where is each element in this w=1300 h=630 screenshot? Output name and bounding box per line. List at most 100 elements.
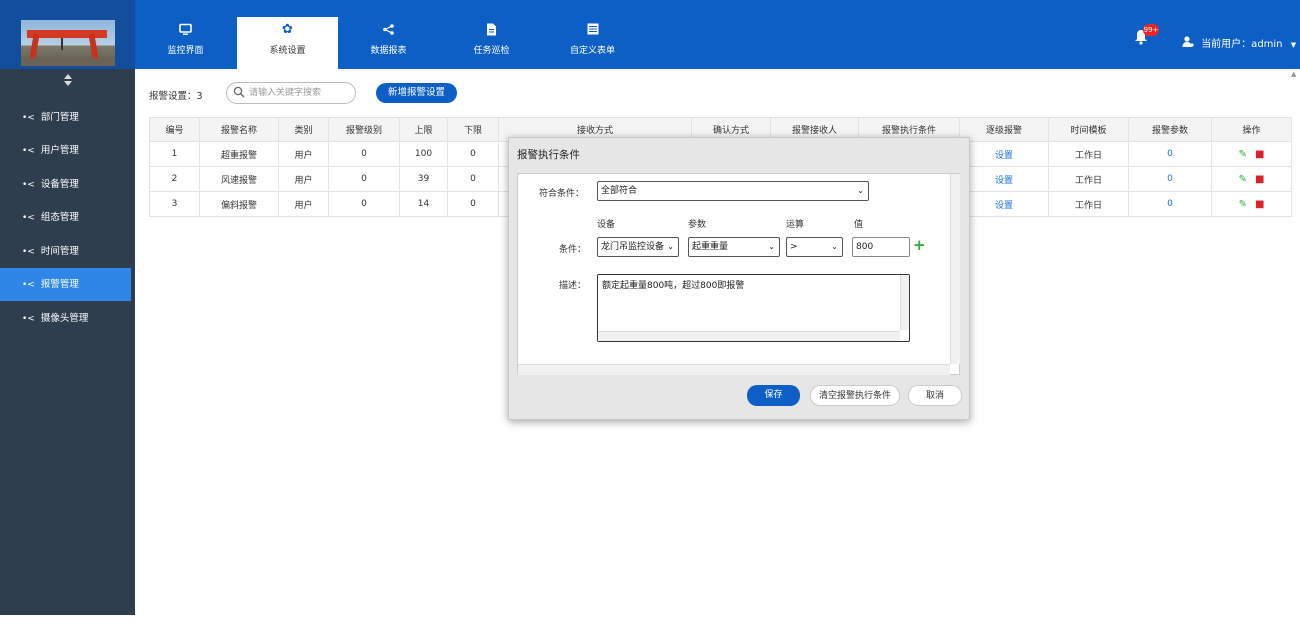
param-value: 起重重量	[692, 242, 729, 252]
form-icon	[542, 23, 643, 37]
column-param-label: 参数	[688, 220, 707, 230]
column-op-label: 运算	[786, 220, 805, 230]
delete-icon[interactable]: ■	[1255, 174, 1264, 185]
tab-label: 系统设置	[269, 46, 306, 56]
match-value: 全部符合	[601, 186, 638, 196]
sidebar-item-label: 报警管理	[40, 279, 79, 290]
chevron-down-icon: ▼	[1290, 41, 1297, 49]
device-select[interactable]: 龙门吊监控设备 ⌄	[597, 237, 679, 257]
escalate-setting-link[interactable]: 设置	[959, 141, 1049, 167]
cell-lower: 0	[447, 141, 499, 167]
cell-upper: 39	[399, 166, 448, 192]
sidebar-item-configuration[interactable]: •< 组态管理	[0, 201, 131, 234]
cell-id: 3	[149, 191, 200, 217]
column-header: 下限	[447, 117, 499, 142]
sidebar-item-alarm[interactable]: •< 报警管理	[0, 268, 131, 301]
cell-name: 超重报警	[199, 141, 279, 167]
cell-lower: 0	[447, 191, 499, 217]
cell-level: 0	[328, 141, 400, 167]
user-menu[interactable]: 当前用户：admin ▼	[1182, 35, 1296, 50]
sidebar-item-time[interactable]: •< 时间管理	[0, 235, 131, 268]
cell-level: 0	[328, 191, 400, 217]
cell-actions: ✎ ■	[1211, 141, 1292, 167]
escalate-setting-link[interactable]: 设置	[959, 191, 1049, 217]
collapse-sidebar-icon[interactable]	[0, 69, 135, 101]
alarm-params-link[interactable]: 0	[1128, 191, 1212, 217]
cell-name: 风速报警	[199, 166, 279, 192]
sidebar-item-label: 设备管理	[40, 179, 79, 190]
operator-select[interactable]: > ⌄	[786, 237, 843, 257]
tab-label: 自定义表单	[569, 46, 615, 56]
save-button[interactable]: 保存	[747, 385, 800, 406]
document-icon	[441, 23, 542, 37]
sidebar-item-label: 用户管理	[40, 145, 79, 156]
operator-value: >	[790, 242, 798, 252]
logo	[0, 0, 135, 69]
dialog-horizontal-scrollbar[interactable]	[518, 364, 950, 375]
chevron-down-icon: ⌄	[831, 242, 838, 251]
column-header: 类别	[278, 117, 329, 142]
add-condition-icon[interactable]: +	[913, 238, 926, 253]
dialog-vertical-scrollbar[interactable]	[950, 174, 960, 364]
chevron-down-icon: ⌄	[667, 242, 674, 251]
param-select[interactable]: 起重重量 ⌄	[688, 237, 780, 257]
share-icon: •<	[22, 314, 35, 324]
delete-icon[interactable]: ■	[1255, 149, 1264, 160]
alarm-params-link[interactable]: 0	[1128, 141, 1212, 167]
share-icon: •<	[22, 146, 35, 156]
page-footer-area	[0, 615, 1300, 630]
column-header: 报警级别	[328, 117, 400, 142]
sidebar-item-label: 时间管理	[40, 246, 79, 257]
column-header: 上限	[399, 117, 448, 142]
cell-template: 工作日	[1048, 166, 1129, 192]
sidebar-item-camera[interactable]: •< 摄像头管理	[0, 302, 131, 335]
clear-conditions-button[interactable]: 清空报警执行条件	[810, 385, 900, 406]
cell-template: 工作日	[1048, 141, 1129, 167]
tab-custom-form[interactable]: 自定义表单	[542, 17, 643, 69]
column-header: 逐级报警	[959, 117, 1049, 142]
search-input[interactable]: 请输入关键字搜索	[226, 82, 356, 104]
cell-type: 用户	[278, 166, 329, 192]
alarm-params-link[interactable]: 0	[1128, 166, 1212, 192]
edit-icon[interactable]: ✎	[1239, 199, 1247, 210]
edit-icon[interactable]: ✎	[1239, 149, 1247, 160]
chevron-down-icon: ⌄	[768, 242, 775, 251]
chevron-down-icon: ⌄	[857, 186, 864, 195]
column-header: 编号	[149, 117, 200, 142]
share-icon: •<	[22, 213, 35, 223]
tab-system-settings[interactable]: ✿ 系统设置	[237, 17, 338, 69]
description-label: 描述：	[559, 281, 587, 291]
tab-data-report[interactable]: 数据报表	[338, 17, 439, 69]
cell-lower: 0	[447, 166, 499, 192]
tab-label: 监控界面	[167, 46, 204, 56]
tab-task-inspection[interactable]: 任务巡检	[441, 17, 542, 69]
cell-upper: 14	[399, 191, 448, 217]
current-user-label: 当前用户：admin	[1201, 39, 1283, 50]
delete-icon[interactable]: ■	[1255, 199, 1264, 210]
description-horizontal-scrollbar[interactable]	[598, 331, 900, 341]
search-icon	[233, 86, 245, 98]
match-label: 符合条件：	[539, 189, 585, 199]
description-scrollbar[interactable]	[900, 275, 909, 330]
user-icon	[1182, 36, 1197, 50]
cell-actions: ✎ ■	[1211, 191, 1292, 217]
sidebar-item-user[interactable]: •< 用户管理	[0, 134, 131, 167]
column-value-label: 值	[854, 220, 864, 230]
cell-upper: 100	[399, 141, 448, 167]
escalate-setting-link[interactable]: 设置	[959, 166, 1049, 192]
match-select[interactable]: 全部符合 ⌄	[597, 181, 869, 201]
add-alarm-setting-button[interactable]: 新增报警设置	[376, 83, 457, 103]
sidebar-item-department[interactable]: •< 部门管理	[0, 101, 131, 134]
value-input[interactable]: 800	[852, 237, 910, 257]
edit-icon[interactable]: ✎	[1239, 174, 1247, 185]
sidebar: •< 部门管理 •< 用户管理 •< 设备管理 •< 组态管理 •< 时间管理 •< 报警管…	[0, 69, 135, 615]
tab-monitor[interactable]: 监控界面	[135, 17, 236, 69]
cancel-button[interactable]: 取消	[908, 385, 962, 406]
dialog-title: 报警执行条件	[517, 149, 580, 161]
scroll-up-arrow-icon[interactable]: ▲	[1291, 70, 1296, 78]
share-icon: •<	[22, 247, 35, 257]
sidebar-item-device[interactable]: •< 设备管理	[0, 168, 131, 201]
cell-id: 2	[149, 166, 200, 192]
cell-template: 工作日	[1048, 191, 1129, 217]
dialog-content: 符合条件： 全部符合 ⌄ 设备 参数 运算 值 条件： 龙门吊监控设备 ⌄ 起重…	[517, 173, 960, 375]
